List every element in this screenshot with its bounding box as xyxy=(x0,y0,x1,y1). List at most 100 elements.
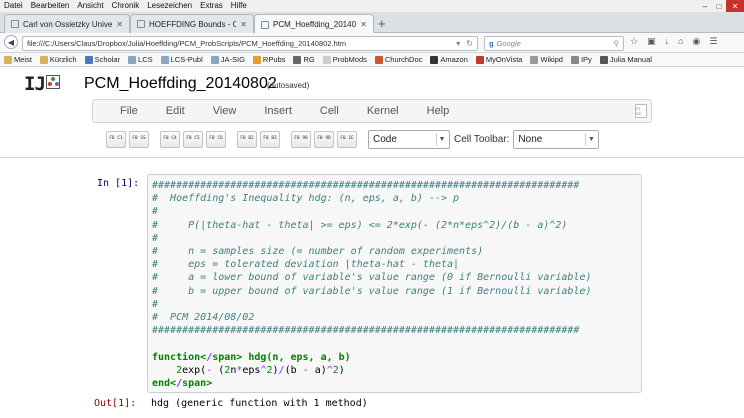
interrupt-button[interactable]: F0 9D xyxy=(314,130,334,148)
tab-label: PCM_Hoeffding_20140802 xyxy=(273,20,357,29)
notebook-title[interactable]: PCM_Hoeffding_20140802 xyxy=(84,75,277,93)
minimize-icon[interactable]: – xyxy=(698,0,712,12)
dropdown-arrow-icon[interactable]: ▾ xyxy=(456,39,460,48)
cell-type-select[interactable]: Code ▼ xyxy=(368,129,450,149)
close-tab-icon[interactable]: ✕ xyxy=(116,20,123,29)
bookmark-label: Scholar xyxy=(94,55,121,64)
bookmark-label: Kürzlich xyxy=(49,55,77,64)
search-icon[interactable]: ⚲ xyxy=(614,39,620,48)
menu-cell[interactable]: Cell xyxy=(320,105,339,117)
menu-file[interactable]: File xyxy=(120,105,138,117)
menu-insert[interactable]: Insert xyxy=(264,105,292,117)
search-placeholder: Google xyxy=(496,39,521,48)
bookmark-rpubs[interactable]: RPubs xyxy=(249,55,290,64)
paste-button[interactable]: F0 C6 xyxy=(206,130,226,148)
code-line: # xyxy=(152,232,159,244)
input-prompt: In [1]: xyxy=(97,178,140,189)
page-icon xyxy=(210,55,219,64)
reload-icon[interactable]: ↻ xyxy=(466,39,473,48)
bookmark-myonvista[interactable]: MyOnVista xyxy=(472,55,527,64)
bookmarks-icon[interactable]: ▣ xyxy=(647,36,656,47)
tab-hoeffding-bounds[interactable]: HOEFFDING Bounds - Old... ✕ xyxy=(130,14,254,33)
bookmark-rg[interactable]: RG xyxy=(289,55,318,64)
cut-button[interactable]: F0 C4 xyxy=(160,130,180,148)
toolbar-group-move: F0 B2 F0 B3 xyxy=(237,130,283,148)
menu-kernel[interactable]: Kernel xyxy=(367,105,399,117)
bookmark-label: ChurchDoc xyxy=(384,55,423,64)
window-controls: – □ ✕ xyxy=(698,0,744,12)
menu-ansicht[interactable]: Ansicht xyxy=(73,0,107,12)
back-arrow-icon[interactable]: ◀ xyxy=(4,35,18,49)
cell-type-value: Code xyxy=(373,133,397,145)
close-tab-icon[interactable]: ✕ xyxy=(360,20,367,29)
new-tab-icon[interactable]: + xyxy=(378,16,386,31)
folder-icon xyxy=(4,55,12,64)
hamburger-menu-icon[interactable]: ☰ xyxy=(709,36,717,47)
code-line: # n = samples size (= number of random e… xyxy=(152,246,484,258)
run-button[interactable]: F0 98 xyxy=(291,130,311,148)
chevron-down-icon: ▼ xyxy=(436,132,447,146)
code-line: function</span> hdg(n, eps, a, b) xyxy=(152,351,351,363)
menu-datei[interactable]: Datei xyxy=(0,0,27,12)
menu-bearbeiten[interactable]: Bearbeiten xyxy=(27,0,74,12)
bookmark-churchdoc[interactable]: ChurchDoc xyxy=(371,55,427,64)
bookmark-meist[interactable]: Meist xyxy=(0,55,36,64)
code-line: # Hoeffding's Inequality hdg: (n, eps, a… xyxy=(152,193,460,205)
bookmark-label: Wikipd xyxy=(540,55,563,64)
tab-pcm-hoeffding[interactable]: PCM_Hoeffding_20140802 ✕ xyxy=(254,14,374,34)
bookmark-julia-manual[interactable]: Julia Manual xyxy=(596,55,656,64)
url-text: file:///C:/Users/Claus/Dropbox/Julia/Hoe… xyxy=(27,39,347,48)
home-icon[interactable]: ⌂ xyxy=(678,36,683,47)
bookmark-lcs[interactable]: LCS xyxy=(124,55,157,64)
insert-cell-button[interactable]: F0 SS xyxy=(129,130,149,148)
menu-chronik[interactable]: Chronik xyxy=(108,0,144,12)
notebook-menubar: File Edit View Insert Cell Kernel Help F… xyxy=(92,99,652,123)
tab-carl-von-ossietzky[interactable]: Carl von Ossietzky Universi... ✕ xyxy=(4,14,130,33)
bookmark-ja-sig[interactable]: JA-SIG xyxy=(207,55,249,64)
pocket-icon[interactable]: ◉ xyxy=(693,36,701,47)
bookmark-wikipd[interactable]: Wikipd xyxy=(526,55,567,64)
address-bar[interactable]: file:///C:/Users/Claus/Dropbox/Julia/Hoe… xyxy=(22,36,478,51)
star-icon[interactable]: ☆ xyxy=(630,36,638,47)
cell-toolbar-select[interactable]: None ▼ xyxy=(513,129,600,149)
bookmark-ipy[interactable]: IPy xyxy=(567,55,596,64)
bookmark-lcs-publ[interactable]: LCS-Publ xyxy=(157,55,207,64)
bookmark-kurzlich[interactable]: Kürzlich xyxy=(36,55,81,64)
bookmark-probmods[interactable]: ProbMods xyxy=(319,55,371,64)
bookmark-scholar[interactable]: Scholar xyxy=(81,55,124,64)
bookmark-label: LCS-Publ xyxy=(170,55,203,64)
code-editor[interactable]: ########################################… xyxy=(152,179,592,390)
bookmark-label: Amazon xyxy=(440,55,468,64)
menu-lesezeichen[interactable]: Lesezeichen xyxy=(143,0,196,12)
google-icon[interactable]: g xyxy=(489,39,494,48)
search-box[interactable]: g Google ⚲ xyxy=(484,36,624,51)
output-prompt: Out[1]: xyxy=(94,398,137,409)
code-line: # xyxy=(152,206,159,218)
menu-help[interactable]: Help xyxy=(427,105,450,117)
copy-button[interactable]: F0 C5 xyxy=(183,130,203,148)
close-window-icon[interactable]: ✕ xyxy=(726,0,744,12)
move-up-button[interactable]: F0 B2 xyxy=(237,130,257,148)
bookmark-label: RPubs xyxy=(262,55,286,64)
save-button[interactable]: F0 C1 xyxy=(106,130,126,148)
restart-button[interactable]: F0 1E xyxy=(337,130,357,148)
code-cell[interactable]: ########################################… xyxy=(147,174,642,393)
menu-hilfe[interactable]: Hilfe xyxy=(227,0,251,12)
page-icon xyxy=(11,20,19,28)
move-down-button[interactable]: F0 B3 xyxy=(260,130,280,148)
close-tab-icon[interactable]: ✕ xyxy=(240,20,247,29)
download-icon[interactable]: ↓ xyxy=(665,36,670,47)
code-line: # PCM 2014/08/02 xyxy=(152,312,255,324)
menu-view[interactable]: View xyxy=(213,105,237,117)
menu-edit[interactable]: Edit xyxy=(166,105,185,117)
rpubs-icon xyxy=(252,55,261,64)
menu-extras[interactable]: Extras xyxy=(196,0,227,12)
cell-toolbar-label: Cell Toolbar: xyxy=(454,133,510,145)
maximize-icon[interactable]: □ xyxy=(712,0,726,12)
autosave-status: (autosaved) xyxy=(267,81,310,90)
logo-text: IJ xyxy=(24,73,46,95)
kernel-indicator-icon: F1 SC xyxy=(635,104,647,118)
bookmark-amazon[interactable]: Amazon xyxy=(426,55,472,64)
code-line: # xyxy=(152,298,159,310)
code-line: ########################################… xyxy=(152,180,580,191)
